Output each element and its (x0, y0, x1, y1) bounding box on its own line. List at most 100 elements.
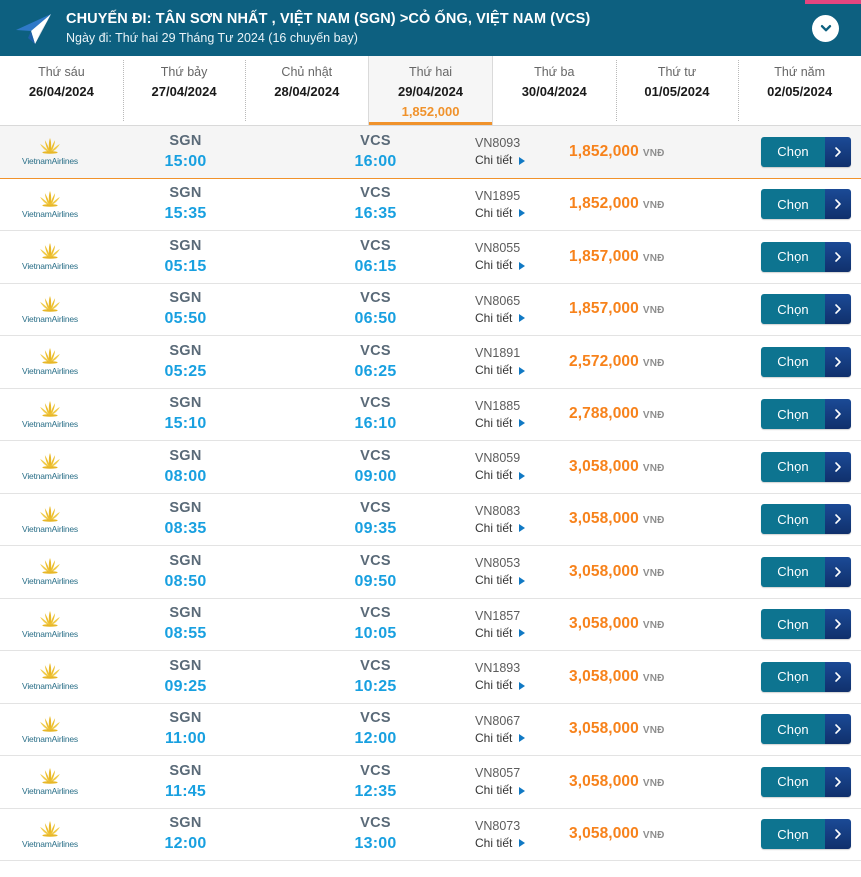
price-currency: VNĐ (642, 672, 665, 684)
price-amount: 3,058,000 (569, 510, 639, 528)
select-flight-button[interactable]: Chọn (761, 241, 851, 272)
lotus-icon (35, 452, 65, 470)
flight-row[interactable]: VietnamAirlines SGN 08:55 VCS 10:05 VN1857 Chi… (0, 598, 861, 651)
date-tab-29-04-2024[interactable]: Thứ hai 29/04/2024 1,852,000 (368, 56, 493, 125)
lotus-icon (35, 242, 65, 260)
date-tab-date: 28/04/2024 (274, 84, 340, 99)
flight-detail-link[interactable]: Chi tiết (475, 362, 565, 379)
flight-info-block: VN1857 Chi tiết (475, 607, 565, 642)
flight-row[interactable]: VietnamAirlines SGN 08:35 VCS 09:35 VN8083 Chi… (0, 493, 861, 546)
date-tab-02-05-2024[interactable]: Thứ năm 02/05/2024 (738, 56, 861, 125)
flight-detail-link[interactable]: Chi tiết (475, 415, 565, 432)
flight-detail-link[interactable]: Chi tiết (475, 625, 565, 642)
arrival-time: 16:00 (354, 152, 397, 170)
action-block: Chọn (751, 609, 861, 640)
departure-airport-code: SGN (169, 552, 202, 569)
arrival-airport-code: VCS (360, 657, 391, 674)
select-flight-label: Chọn (761, 241, 825, 272)
select-flight-button[interactable]: Chọn (761, 714, 851, 745)
arrival-time: 06:50 (354, 310, 397, 328)
date-tab-30-04-2024[interactable]: Thứ ba 30/04/2024 (492, 56, 616, 125)
flight-detail-label: Chi tiết (475, 573, 513, 588)
flight-row[interactable]: VietnamAirlines SGN 15:10 VCS 16:10 VN1885 Chi… (0, 388, 861, 441)
departure-time: 09:25 (164, 677, 207, 695)
arrival-time: 12:00 (354, 730, 397, 748)
flight-row[interactable]: VietnamAirlines SGN 12:00 VCS 13:00 VN8073 Chi… (0, 808, 861, 861)
departure-time: 05:50 (164, 310, 207, 328)
date-tab-strip[interactable]: Thứ sáu 26/04/2024 Thứ bảy 27/04/2024 Chủ nh… (0, 56, 861, 126)
price-block: 1,852,000 VNĐ (569, 195, 751, 213)
flight-detail-link[interactable]: Chi tiết (475, 677, 565, 694)
date-tab-28-04-2024[interactable]: Chủ nhật 28/04/2024 (245, 56, 369, 125)
departure-block: SGN 08:35 (108, 499, 263, 539)
flight-detail-link[interactable]: Chi tiết (475, 835, 565, 852)
flight-detail-link[interactable]: Chi tiết (475, 572, 565, 589)
flight-row[interactable]: VietnamAirlines SGN 11:45 VCS 12:35 VN8057 Chi… (0, 756, 861, 809)
arrival-block: VCS 09:50 (298, 552, 453, 592)
flight-detail-link[interactable]: Chi tiết (475, 730, 565, 747)
arrival-airport-code: VCS (360, 185, 391, 202)
flight-detail-link[interactable]: Chi tiết (475, 467, 565, 484)
flight-info-block: VN8073 Chi tiết (475, 817, 565, 852)
flight-row[interactable]: VietnamAirlines SGN 05:50 VCS 06:50 VN8065 Chi… (0, 283, 861, 336)
price-block: 3,058,000 VNĐ (569, 458, 751, 476)
date-tab-26-04-2024[interactable]: Thứ sáu 26/04/2024 (0, 56, 123, 125)
arrival-airport-code: VCS (360, 605, 391, 622)
date-tab-weekday: Thứ hai (408, 65, 453, 79)
departure-time: 15:10 (164, 415, 207, 433)
flight-detail-link[interactable]: Chi tiết (475, 152, 565, 169)
price-block: 2,788,000 VNĐ (569, 405, 751, 423)
flight-detail-link[interactable]: Chi tiết (475, 310, 565, 327)
flight-row[interactable]: VietnamAirlines SGN 05:15 VCS 06:15 VN8055 Chi… (0, 231, 861, 284)
flight-detail-link[interactable]: Chi tiết (475, 520, 565, 537)
select-flight-label: Chọn (761, 556, 825, 587)
departure-time: 08:00 (164, 467, 207, 485)
flight-detail-link[interactable]: Chi tiết (475, 205, 565, 222)
flight-row[interactable]: VietnamAirlines SGN 09:25 VCS 10:25 VN1893 Chi… (0, 651, 861, 704)
collapse-toggle-button[interactable] (812, 14, 839, 42)
trip-date-summary: Ngày đi: Thứ hai 29 Tháng Tư 2024 (16 ch… (66, 30, 358, 45)
flight-row[interactable]: VietnamAirlines SGN 11:00 VCS 12:00 VN8067 Chi… (0, 703, 861, 756)
flight-row[interactable]: VietnamAirlines SGN 08:00 VCS 09:00 VN8059 Chi… (0, 441, 861, 494)
date-tab-price: 1,852,000 (401, 104, 460, 119)
flight-detail-link[interactable]: Chi tiết (475, 257, 565, 274)
action-block: Chọn (751, 294, 861, 325)
date-tab-27-04-2024[interactable]: Thứ bảy 27/04/2024 (122, 56, 246, 125)
lotus-icon (35, 347, 65, 365)
select-flight-button[interactable]: Chọn (761, 556, 851, 587)
select-flight-button[interactable]: Chọn (761, 346, 851, 377)
price-amount: 3,058,000 (569, 825, 639, 843)
select-flight-button[interactable]: Chọn (761, 504, 851, 535)
airline-logo: VietnamAirlines (0, 820, 100, 849)
select-flight-button[interactable]: Chọn (761, 399, 851, 430)
action-block: Chọn (751, 556, 861, 587)
arrival-time: 06:25 (354, 362, 397, 380)
flight-row[interactable]: VietnamAirlines SGN 15:35 VCS 16:35 VN1895 Chi… (0, 178, 861, 231)
departure-block: SGN 08:50 (108, 552, 263, 592)
action-block: Chọn (751, 399, 861, 430)
price-amount: 1,852,000 (569, 142, 639, 160)
select-flight-button[interactable]: Chọn (761, 451, 851, 482)
flight-row[interactable]: VietnamAirlines SGN 08:50 VCS 09:50 VN8053 Chi… (0, 546, 861, 599)
select-flight-button[interactable]: Chọn (761, 766, 851, 797)
select-flight-button[interactable]: Chọn (761, 294, 851, 325)
date-tab-date: 30/04/2024 (521, 84, 587, 99)
lotus-icon (35, 662, 65, 680)
flight-detail-link[interactable]: Chi tiết (475, 782, 565, 799)
date-tab-01-05-2024[interactable]: Thứ tư 01/05/2024 (615, 56, 739, 125)
flight-row[interactable]: VietnamAirlines SGN 05:25 VCS 06:25 VN1891 Chi… (0, 336, 861, 389)
departure-block: SGN 15:00 (108, 132, 263, 172)
lotus-icon (35, 610, 65, 628)
arrival-airport-code: VCS (360, 762, 391, 779)
flight-row[interactable]: VietnamAirlines SGN 15:00 VCS 16:00 VN8093 Chi… (0, 126, 861, 179)
select-flight-button[interactable]: Chọn (761, 609, 851, 640)
departure-airport-code: SGN (169, 290, 202, 307)
select-flight-button[interactable]: Chọn (761, 189, 851, 220)
flight-number: VN8093 (475, 136, 521, 151)
flight-detail-label: Chi tiết (475, 153, 513, 168)
select-flight-button[interactable]: Chọn (761, 136, 851, 167)
select-flight-button[interactable]: Chọn (761, 661, 851, 692)
chevron-right-icon (825, 609, 851, 640)
select-flight-button[interactable]: Chọn (761, 819, 851, 850)
price-amount: 3,058,000 (569, 615, 639, 633)
